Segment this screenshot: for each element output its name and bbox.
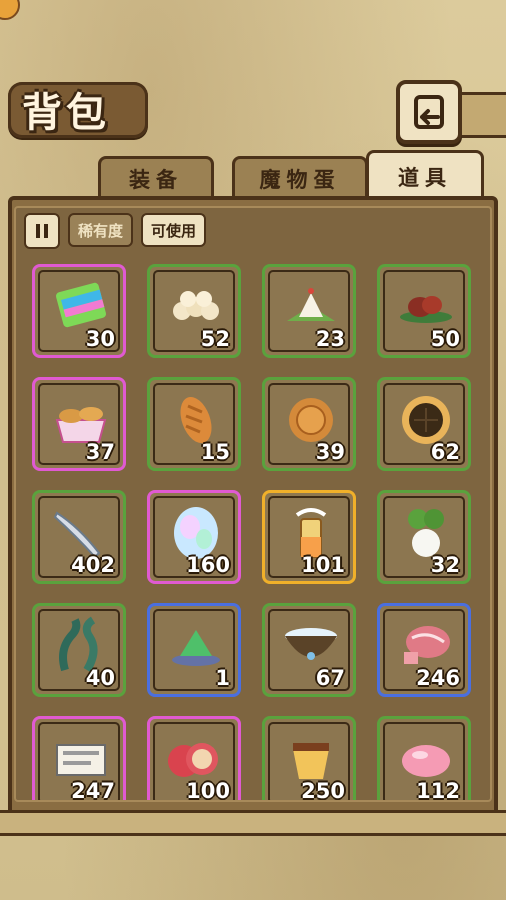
item-slot[interactable]: 250 (262, 716, 356, 800)
item-slot[interactable]: 112 (377, 716, 471, 800)
radish-icon (408, 509, 444, 557)
pie-icon (402, 396, 450, 444)
ham-slices-icon (168, 743, 218, 777)
bun-pile-icon (173, 291, 219, 320)
item-count: 100 (186, 779, 230, 800)
item-count: 62 (430, 440, 460, 464)
bread-basket-icon (55, 407, 107, 443)
item-slot[interactable]: 246 (377, 603, 471, 697)
item-slot[interactable]: 160 (147, 490, 241, 584)
tab-label: 装备 (129, 168, 183, 192)
rarity-filter-button[interactable]: 稀有度 (68, 213, 134, 247)
item-count: 402 (71, 553, 115, 577)
sort-toggle-button[interactable] (24, 213, 60, 249)
item-slot[interactable]: 39 (262, 377, 356, 471)
item-count: 52 (200, 327, 230, 351)
item-slot[interactable]: 100 (147, 716, 241, 800)
usable-filter-button[interactable]: 可使用 (141, 213, 207, 247)
item-count: 15 (200, 440, 230, 464)
item-count: 250 (301, 779, 345, 800)
return-arrow-icon (414, 95, 444, 129)
item-slot[interactable]: 23 (262, 264, 356, 358)
ticket-bundle-icon (56, 744, 106, 776)
item-slot[interactable]: 247 (32, 716, 126, 800)
item-count: 247 (71, 779, 115, 800)
item-slot[interactable]: 62 (377, 377, 471, 471)
item-count: 160 (186, 553, 230, 577)
item-count: 246 (416, 666, 460, 690)
item-count: 1 (215, 666, 230, 690)
item-slot[interactable]: 52 (147, 264, 241, 358)
item-count: 40 (85, 666, 115, 690)
item-slot[interactable]: 32 (377, 490, 471, 584)
meat-dish-icon (400, 296, 452, 323)
item-count: 23 (315, 327, 345, 351)
tab-bar: 装备 魔物蛋 道具 (8, 150, 498, 202)
bread-loaf-icon (180, 396, 212, 444)
item-slot[interactable]: 50 (377, 264, 471, 358)
item-grid: 30 52 23 50 37 15 39 62 402 160 101 32 40 1 67 246 247 10… (32, 264, 478, 800)
pause-sort-icon (36, 224, 48, 238)
item-count: 101 (301, 553, 345, 577)
raw-meat-icon (404, 626, 450, 664)
green-crystal-icon (172, 630, 220, 666)
item-slot[interactable]: 15 (147, 377, 241, 471)
item-slot[interactable]: 402 (32, 490, 126, 584)
back-button[interactable] (396, 80, 462, 144)
crystal-egg-icon (174, 507, 218, 559)
tab-label: 魔物蛋 (259, 168, 341, 192)
rainbow-cake-icon (55, 282, 107, 328)
item-slot[interactable]: 30 (32, 264, 126, 358)
item-count: 30 (85, 327, 115, 351)
item-count: 39 (315, 440, 345, 464)
page-title: 背包 (22, 90, 110, 136)
bottom-rail (0, 810, 506, 836)
item-slot[interactable]: 101 (262, 490, 356, 584)
item-count: 37 (85, 440, 115, 464)
filter-row: 稀有度 可使用 (24, 213, 207, 249)
rice-dumpling-icon (287, 288, 335, 321)
item-slot[interactable]: 40 (32, 603, 126, 697)
tab-items[interactable]: 道具 (366, 150, 484, 201)
item-count: 67 (315, 666, 345, 690)
item-slot[interactable]: 1 (147, 603, 241, 697)
seaweed-icon (59, 616, 98, 672)
pudding-icon (293, 743, 329, 779)
item-count: 32 (430, 553, 460, 577)
fish-icon (53, 511, 101, 559)
milk-bowl-icon (285, 628, 337, 660)
pink-jelly-icon (402, 745, 450, 777)
item-count: 112 (416, 779, 460, 800)
magic-drink-icon (295, 508, 327, 558)
tab-equipment[interactable]: 装备 (98, 156, 214, 199)
item-slot[interactable]: 37 (32, 377, 126, 471)
item-count: 50 (430, 327, 460, 351)
tab-monster-eggs[interactable]: 魔物蛋 (232, 156, 368, 199)
mooncake-icon (289, 398, 333, 442)
tab-label: 道具 (398, 166, 452, 190)
item-slot[interactable]: 67 (262, 603, 356, 697)
